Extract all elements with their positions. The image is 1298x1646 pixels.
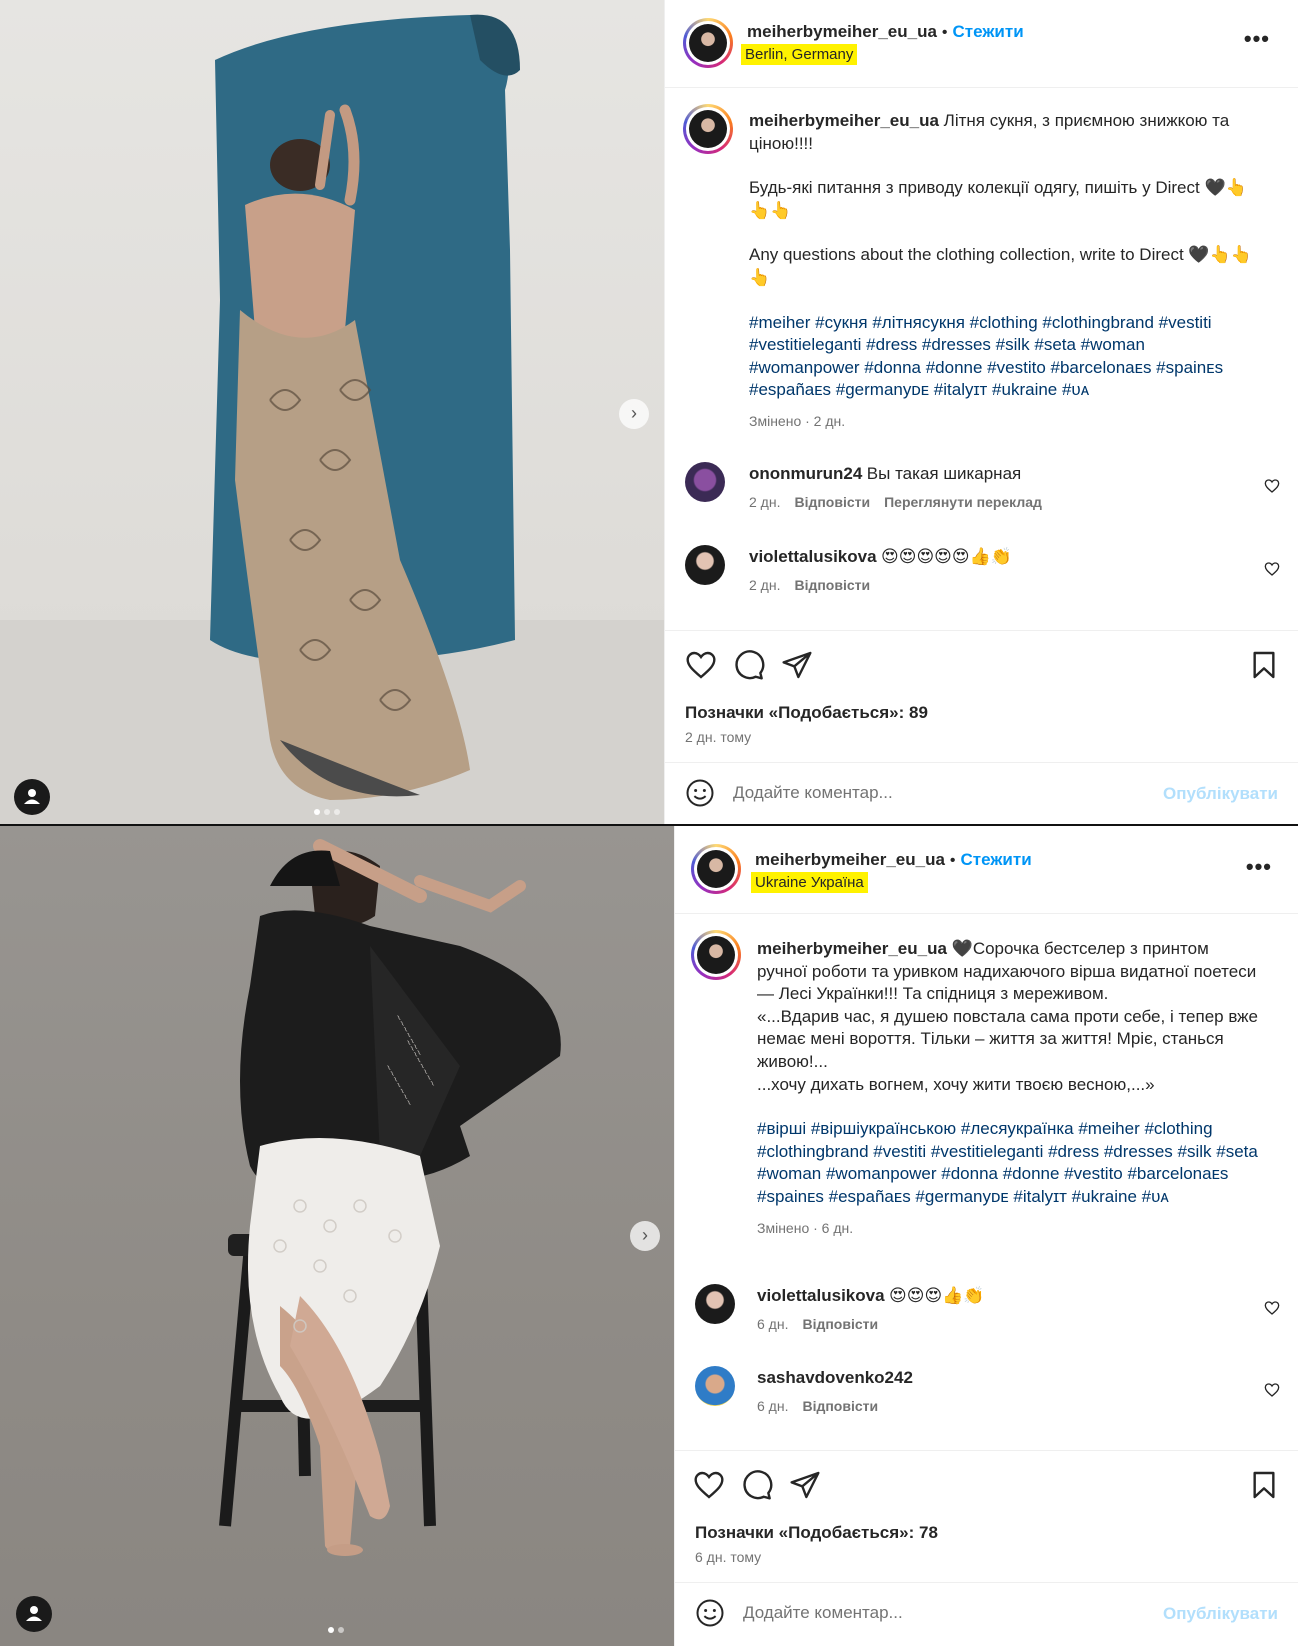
- comment-time: 2 дн.: [749, 577, 781, 593]
- caption-avatar[interactable]: [683, 104, 733, 154]
- caption-avatar[interactable]: [691, 930, 741, 980]
- post-sidebar: meiherbymeiher_eu_ua • Стежити Ukraine Укр…: [674, 826, 1298, 1646]
- comment-username[interactable]: violettalusikova: [757, 1286, 885, 1305]
- comment-username[interactable]: sashavdovenko242: [757, 1368, 913, 1387]
- username[interactable]: meiherbymeiher_eu_ua: [747, 22, 937, 41]
- likes-count[interactable]: Позначки «Подобається»: 78: [695, 1523, 938, 1543]
- comment-heart-icon[interactable]: [1264, 1300, 1280, 1316]
- post-time[interactable]: 6 дн. тому: [695, 1549, 761, 1565]
- post-1: › meiherbymeiher_eu_ua • Стежити Berlin, G…: [0, 0, 1298, 826]
- caption-hashtags[interactable]: #meiher #сукня #літнясукня #clothing #cl…: [749, 312, 1254, 402]
- photo-illustration: [0, 14, 664, 826]
- photo-illustration: ~~~~~~~ ~~~~~~~~ ~~~~~~~: [219, 839, 561, 1556]
- post-time[interactable]: 2 дн. тому: [685, 729, 751, 745]
- comment-time: 6 дн.: [757, 1398, 789, 1414]
- comment-input[interactable]: [743, 1597, 1143, 1629]
- follow-button[interactable]: Стежити: [961, 850, 1032, 869]
- follow-button[interactable]: Стежити: [953, 22, 1024, 41]
- separator-dot: •: [949, 852, 956, 869]
- more-icon[interactable]: •••: [1246, 854, 1272, 880]
- comment-heart-icon[interactable]: [1264, 1382, 1280, 1398]
- heart-icon[interactable]: [685, 649, 717, 681]
- caption-paragraph-quote: ...хочу дихать вогнем, хочу жити твоєю в…: [757, 1074, 1155, 1094]
- translate-button[interactable]: Переглянути переклад: [884, 494, 1042, 510]
- add-comment-bar: Опублікувати: [665, 762, 1298, 826]
- location-link[interactable]: Berlin, Germany: [741, 44, 858, 65]
- comment-heart-icon[interactable]: [1264, 478, 1280, 494]
- comment-input[interactable]: [733, 777, 1133, 809]
- comment-avatar[interactable]: [695, 1284, 735, 1324]
- edited-label: Змінено · 2 дн.: [749, 412, 846, 429]
- edited-label: Змінено · 6 дн.: [757, 1219, 854, 1236]
- comment-time: 6 дн.: [757, 1316, 789, 1332]
- more-icon[interactable]: •••: [1244, 26, 1270, 52]
- chevron-right-icon[interactable]: ›: [619, 399, 649, 429]
- post-header: meiherbymeiher_eu_ua • Стежити Berlin, Ger…: [665, 0, 1298, 88]
- caption-username[interactable]: meiherbymeiher_eu_ua: [757, 939, 947, 958]
- comment-avatar[interactable]: [685, 545, 725, 585]
- reply-button[interactable]: Відповісти: [802, 1316, 878, 1332]
- post-actions: Позначки «Подобається»: 78 6 дн. тому: [675, 1450, 1298, 1582]
- caption-paragraph: Будь-які питання з приводу колекції одяг…: [749, 178, 1247, 220]
- add-comment-bar: Опублікувати: [675, 1582, 1298, 1646]
- post-2: ~~~~~~~ ~~~~~~~~ ~~~~~~~ › meiherbymeihe…: [0, 826, 1298, 1646]
- comment-username[interactable]: violettalusikova: [749, 547, 877, 566]
- bookmark-icon[interactable]: [1248, 1469, 1280, 1501]
- comment-heart-icon[interactable]: [1264, 561, 1280, 577]
- comment-avatar[interactable]: [685, 462, 725, 502]
- caption-paragraph: «...Вдарив час, я душею повстала сама пр…: [757, 1006, 1263, 1071]
- emoji-icon[interactable]: [685, 778, 715, 808]
- caption: meiherbymeiher_eu_ua Літня сукня, з приє…: [749, 110, 1254, 433]
- likes-count[interactable]: Позначки «Подобається»: 89: [685, 703, 928, 723]
- chevron-right-icon[interactable]: ›: [630, 1221, 660, 1251]
- share-icon[interactable]: [789, 1469, 821, 1501]
- post-sidebar: meiherbymeiher_eu_ua • Стежити Berlin, Ger…: [664, 0, 1298, 826]
- comment-time: 2 дн.: [749, 494, 781, 510]
- post-photo[interactable]: ›: [0, 0, 664, 826]
- publish-button[interactable]: Опублікувати: [1163, 784, 1278, 804]
- post-header: meiherbymeiher_eu_ua • Стежити Ukraine Укр…: [675, 826, 1298, 914]
- reply-button[interactable]: Відповісти: [794, 494, 870, 510]
- location-link[interactable]: Ukraine Україна: [751, 872, 868, 893]
- avatar[interactable]: [683, 18, 733, 68]
- caption: meiherbymeiher_eu_ua 🖤Сорочка бестселер …: [757, 938, 1262, 1239]
- reply-button[interactable]: Відповісти: [802, 1398, 878, 1414]
- comment-avatar[interactable]: [695, 1366, 735, 1406]
- user-tag-icon[interactable]: [14, 779, 50, 815]
- avatar[interactable]: [691, 844, 741, 894]
- carousel-dots: [312, 802, 342, 815]
- caption-hashtags[interactable]: #вірші #віршіукраїнською #лесяукраїнка #…: [757, 1118, 1262, 1208]
- share-icon[interactable]: [781, 649, 813, 681]
- reply-button[interactable]: Відповісти: [794, 577, 870, 593]
- post-photo[interactable]: ~~~~~~~ ~~~~~~~~ ~~~~~~~ ›: [0, 826, 674, 1646]
- comment-icon[interactable]: [733, 649, 765, 681]
- separator-dot: •: [941, 24, 948, 41]
- comment-text: Вы такая шикарная: [866, 464, 1022, 483]
- heart-icon[interactable]: [693, 1469, 725, 1501]
- comment-text: 😍😍😍👍👏: [889, 1286, 985, 1305]
- publish-button[interactable]: Опублікувати: [1163, 1604, 1278, 1624]
- comment-text: 😍😍😍😍😍👍👏: [881, 547, 1012, 566]
- comment-icon[interactable]: [741, 1469, 773, 1501]
- post-actions: Позначки «Подобається»: 89 2 дн. тому: [665, 630, 1298, 762]
- user-tag-icon[interactable]: [16, 1596, 52, 1632]
- username[interactable]: meiherbymeiher_eu_ua: [755, 850, 945, 869]
- carousel-dots: [326, 1620, 346, 1633]
- emoji-icon[interactable]: [695, 1598, 725, 1628]
- bookmark-icon[interactable]: [1248, 649, 1280, 681]
- caption-username[interactable]: meiherbymeiher_eu_ua: [749, 111, 939, 130]
- caption-paragraph-en: Any questions about the clothing collect…: [749, 245, 1252, 287]
- comment-username[interactable]: ononmurun24: [749, 464, 862, 483]
